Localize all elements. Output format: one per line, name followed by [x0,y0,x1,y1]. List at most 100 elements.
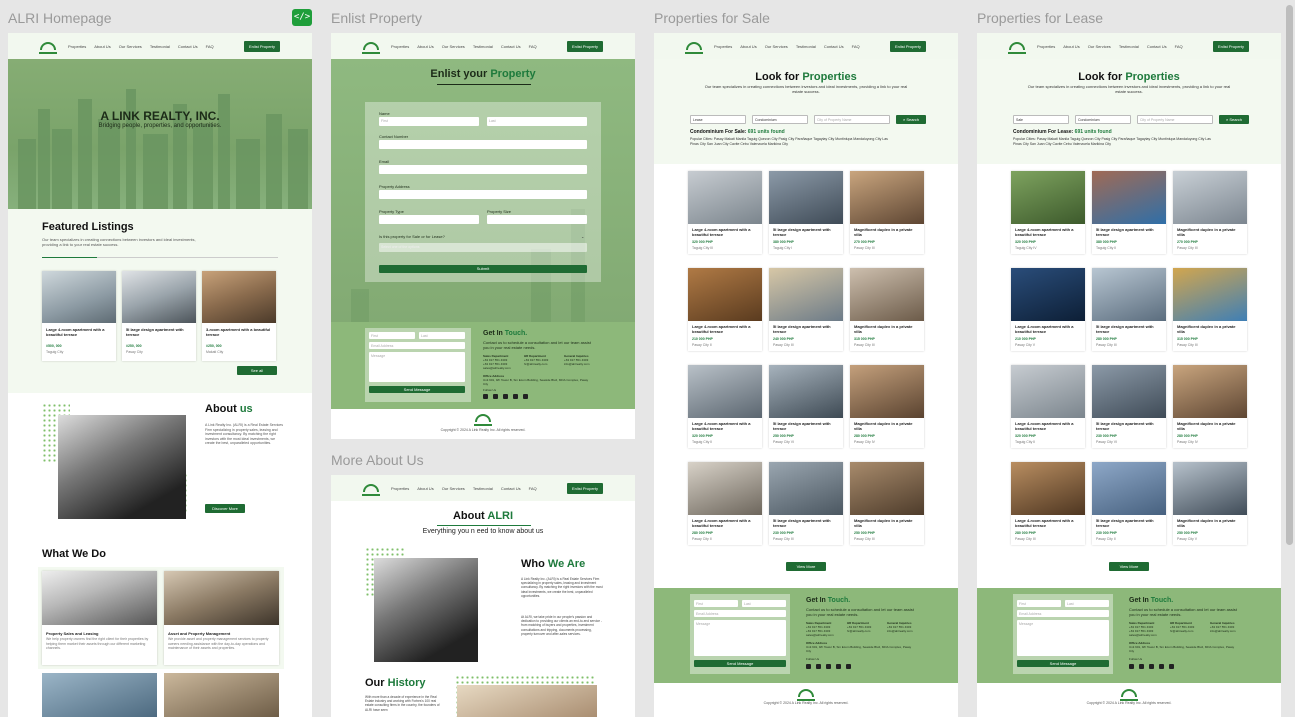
more-about-frame[interactable]: Properties About Us Our Services Testimo… [331,475,635,717]
listing-card[interactable]: Large 4-room apartment with a beautiful … [1011,171,1085,254]
twitter-icon[interactable] [826,664,831,669]
frame-label-more[interactable]: More About Us [331,452,424,468]
listing-card[interactable]: 5I large design apartment with terrace 24… [769,268,843,351]
chevron-down-icon[interactable]: ⌄ [581,234,584,239]
listing-card[interactable]: 5I large design apartment with terrace 38… [769,171,843,254]
nav-link[interactable]: About Us [94,44,110,49]
listing-card[interactable]: 5I large design apartment with terrace 38… [1092,171,1166,254]
view-more-button[interactable]: View More [1109,562,1149,571]
nav-link[interactable]: About Us [417,486,433,491]
see-all-button[interactable]: See all [237,366,277,375]
listing-card[interactable]: Large 4-room apartment with a beautiful … [1011,462,1085,545]
code-icon[interactable]: </> [292,9,312,26]
nav-link[interactable]: About Us [417,44,433,49]
submit-button[interactable]: Submit [379,265,587,273]
frame-label-sale[interactable]: Properties for Sale [654,10,770,26]
last-input[interactable]: Last [742,600,786,607]
listing-card[interactable]: 5I large design apartment with terrace 23… [1092,365,1166,448]
tiktok-icon[interactable] [1169,664,1174,669]
contact-input[interactable] [379,140,587,149]
nav-link[interactable]: Properties [714,44,732,49]
facebook-icon[interactable] [483,394,488,399]
search-input[interactable]: City of Property Name [814,115,890,124]
twitter-icon[interactable] [503,394,508,399]
category-select[interactable]: Condominium [1075,115,1131,124]
message-textarea[interactable]: Message [1017,620,1109,656]
email-input[interactable] [379,165,587,174]
linkedin-icon[interactable] [513,394,518,399]
facebook-icon[interactable] [806,664,811,669]
scrollbar[interactable] [1286,5,1293,545]
first-input[interactable]: First [1017,600,1061,607]
category-select[interactable]: Condominium [752,115,808,124]
tiktok-icon[interactable] [523,394,528,399]
listing-card[interactable]: 5I large design apartment with terrace 28… [1092,268,1166,351]
facebook-icon[interactable] [1129,664,1134,669]
listing-card[interactable]: Magnificent duplex in a private villa 270… [1173,171,1247,254]
message-textarea[interactable]: Message [369,352,465,382]
nav-link[interactable]: About Us [1063,44,1079,49]
listing-card[interactable]: Large 4-room apartment with a beautiful … [688,365,762,448]
nav-link[interactable]: About Us [740,44,756,49]
nav-link[interactable]: Contact Us [501,44,521,49]
listing-card[interactable]: Large 4-room apartment with a beautiful … [688,268,762,351]
last-name-input[interactable]: Last [487,117,587,126]
nav-link[interactable]: Testimonial [1119,44,1139,49]
nav-link[interactable]: FAQ [529,486,537,491]
listing-card[interactable]: Large 4-room apartment with a beautiful … [42,271,116,361]
nav-link[interactable]: FAQ [206,44,214,49]
nav-link[interactable]: Our Services [442,486,465,491]
listing-card[interactable]: 5I large design apartment with terrace #… [122,271,196,361]
nav-link[interactable]: Our Services [765,44,788,49]
nav-link[interactable]: FAQ [529,44,537,49]
type-select[interactable]: Sale [1013,115,1069,124]
nav-link[interactable]: Contact Us [178,44,198,49]
listing-card[interactable]: Magnificent duplex in a private villa 270… [850,171,924,254]
home-frame[interactable]: Properties About Us Our Services Testimo… [8,33,312,717]
enlist-frame[interactable]: Properties About Us Our Services Testimo… [331,33,635,439]
listing-card[interactable]: Large 4-room apartment with a beautiful … [688,171,762,254]
nav-link[interactable]: Properties [391,44,409,49]
nav-link[interactable]: Testimonial [150,44,170,49]
frame-label-home[interactable]: ALRI Homepage [8,10,112,26]
nav-link[interactable]: Our Services [442,44,465,49]
alri-logo[interactable] [1008,42,1026,54]
send-message-button[interactable]: Send Message [694,660,786,667]
send-message-button[interactable]: Send Message [1017,660,1109,667]
nav-link[interactable]: FAQ [852,44,860,49]
nav-link[interactable]: Properties [391,486,409,491]
alri-logo[interactable] [39,42,57,54]
service-card[interactable]: Property Sales and Leasing We help prope… [42,571,157,665]
sale-frame[interactable]: Properties About Us Our Services Testimo… [654,33,958,717]
nav-link[interactable]: Properties [1037,44,1055,49]
alri-logo[interactable] [685,42,703,54]
listing-card[interactable]: Magnificent duplex in a private villa 250… [1173,462,1247,545]
alri-logo[interactable] [362,42,380,54]
listing-card[interactable]: Magnificent duplex in a private villa 315… [850,268,924,351]
lease-frame[interactable]: Properties About Us Our Services Testimo… [977,33,1281,717]
twitter-icon[interactable] [1149,664,1154,669]
listing-card[interactable]: Magnificent duplex in a private villa 280… [850,365,924,448]
search-input[interactable]: City of Property Name [1137,115,1213,124]
service-card[interactable]: Asset and Property Management We provide… [164,571,279,665]
listing-card[interactable]: 5I large design apartment with terrace 23… [769,462,843,545]
email-input[interactable]: Email Address [1017,610,1109,617]
nav-link[interactable]: Contact Us [824,44,844,49]
property-size-input[interactable] [487,215,587,224]
nav-link[interactable]: Contact Us [1147,44,1167,49]
type-select[interactable]: Lease [690,115,746,124]
nav-link[interactable]: Contact Us [501,486,521,491]
linkedin-icon[interactable] [836,664,841,669]
enlist-property-button[interactable]: Enlist Property [566,40,603,52]
search-button[interactable]: ⌕ Search [896,115,926,124]
message-textarea[interactable]: Message [694,620,786,656]
instagram-icon[interactable] [493,394,498,399]
property-type-input[interactable] [379,215,479,224]
frame-label-enlist[interactable]: Enlist Property [331,10,422,26]
listing-card[interactable]: 5I large design apartment with terrace 23… [1092,462,1166,545]
listing-card[interactable]: Magnificent duplex in a private villa 280… [1173,365,1247,448]
listing-card[interactable]: 3-room apartment with a beautiful terrac… [202,271,276,361]
nav-link[interactable]: Testimonial [796,44,816,49]
tiktok-icon[interactable] [846,664,851,669]
enlist-property-button[interactable]: Enlist Property [243,40,280,52]
